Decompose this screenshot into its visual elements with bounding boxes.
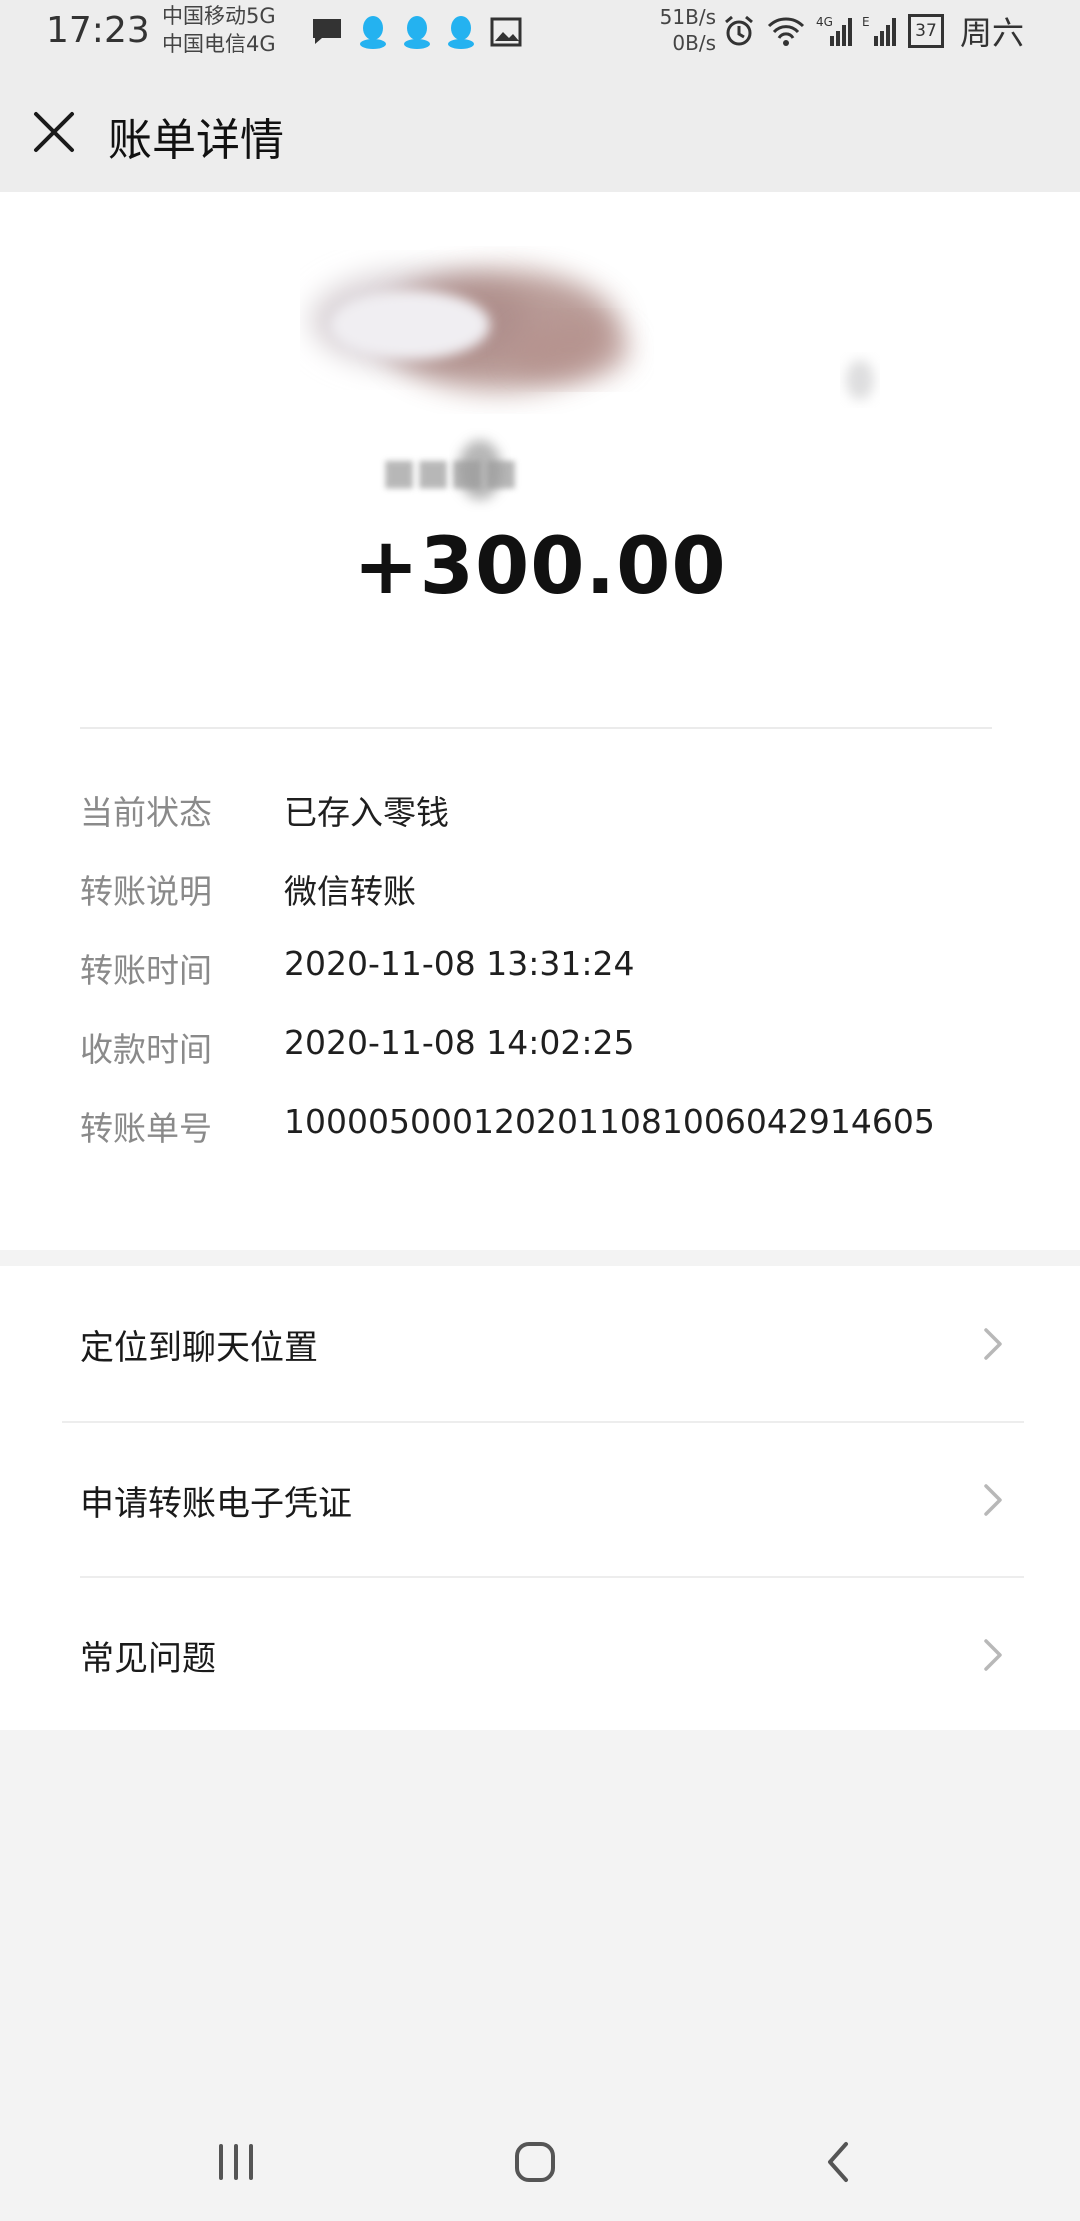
detail-label: 当前状态: [80, 793, 212, 832]
carrier-2: 中国电信4G: [162, 32, 276, 56]
action-label: 定位到聊天位置: [80, 1328, 318, 1368]
detail-value: 2020-11-08 13:31:24: [284, 944, 635, 983]
divider: [80, 727, 992, 729]
notification-icons: [310, 14, 522, 50]
image-icon: [490, 17, 522, 47]
detail-label: 转账说明: [80, 872, 212, 911]
detail-label: 转账时间: [80, 951, 212, 990]
message-icon: [313, 19, 341, 44]
back-button[interactable]: [800, 2132, 880, 2192]
recents-icon: [219, 2144, 253, 2180]
net-down: 0B/s: [672, 31, 716, 55]
detail-label: 收款时间: [80, 1030, 212, 1069]
recents-button[interactable]: [196, 2132, 276, 2192]
close-button[interactable]: [22, 100, 86, 164]
detail-value: 1000050001202011081006042914605: [284, 1102, 935, 1141]
system-icons: 4G E 37 周六: [722, 12, 1024, 52]
status-bar: 17:23 中国移动5G 中国电信4G 51B/s 0B/s 4G E 37 周…: [0, 0, 1080, 64]
signal-e-icon: E: [862, 15, 896, 46]
net-speed: 51B/s 0B/s: [650, 4, 716, 56]
carrier-info: 中国移动5G 中国电信4G: [162, 2, 276, 58]
transfer-details: 当前状态 已存入零钱 转账说明 微信转账 转账时间 2020-11-08 13:…: [80, 786, 1010, 1181]
detail-row-transfer-id: 转账单号 1000050001202011081006042914605: [80, 1102, 1010, 1181]
chevron-right-icon: [984, 1639, 1002, 1671]
action-label: 常见问题: [80, 1639, 216, 1679]
page-title: 账单详情: [108, 115, 284, 166]
carrier-1: 中国移动5G: [162, 4, 276, 28]
status-time: 17:23: [46, 10, 150, 51]
home-button[interactable]: [495, 2132, 575, 2192]
action-list: 定位到聊天位置 申请转账电子凭证 常见问题: [0, 1266, 1080, 1730]
status-day: 周六: [960, 14, 1025, 52]
alarm-icon: [725, 15, 753, 46]
svg-text:4G: 4G: [816, 15, 833, 29]
chevron-right-icon: [984, 1328, 1002, 1360]
transfer-amount: +300.00: [353, 522, 727, 612]
detail-row-receive-time: 收款时间 2020-11-08 14:02:25: [80, 1023, 1010, 1102]
payer-name-blurred: ■■■■: [381, 452, 519, 493]
qq-icon: [448, 16, 474, 49]
detail-row-description: 转账说明 微信转账: [80, 865, 1010, 944]
detail-row-transfer-time: 转账时间 2020-11-08 13:31:24: [80, 944, 1010, 1023]
signal-4g-icon: 4G: [816, 15, 852, 46]
app-bar: 账单详情: [0, 64, 1080, 192]
back-icon: [828, 2142, 848, 2182]
home-icon: [515, 2142, 555, 2182]
system-nav-bar: [0, 2110, 1080, 2221]
svg-text:E: E: [862, 15, 870, 29]
transfer-summary: ■■■■ +300.00 当前状态 已存入零钱 转账说明 微信转账 转账时间 2…: [0, 192, 1080, 1250]
detail-value: 已存入零钱: [284, 793, 449, 832]
wifi-icon: [767, 17, 805, 46]
detail-value: 微信转账: [284, 872, 416, 911]
faq-button[interactable]: 常见问题: [0, 1577, 1080, 1731]
detail-row-status: 当前状态 已存入零钱: [80, 786, 1010, 865]
detail-value: 2020-11-08 14:02:25: [284, 1023, 635, 1062]
action-label: 申请转账电子凭证: [80, 1484, 352, 1524]
locate-chat-button[interactable]: 定位到聊天位置: [0, 1266, 1080, 1420]
chevron-right-icon: [984, 1484, 1002, 1516]
close-icon: [34, 112, 74, 152]
qq-icon: [360, 16, 386, 49]
net-up: 51B/s: [659, 5, 716, 29]
battery-icon: 37: [908, 14, 944, 48]
qq-icon: [404, 16, 430, 49]
detail-label: 转账单号: [80, 1109, 212, 1148]
request-voucher-button[interactable]: 申请转账电子凭证: [0, 1422, 1080, 1576]
